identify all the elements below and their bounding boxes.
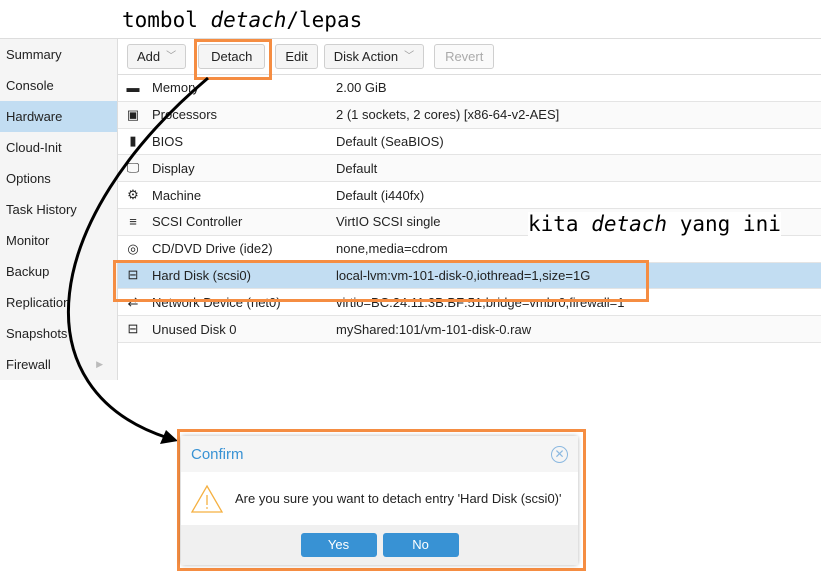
- dialog-message: Are you sure you want to detach entry 'H…: [235, 491, 562, 506]
- confirm-dialog: Confirm ✕ Are you sure you want to detac…: [181, 436, 578, 565]
- warning-icon: [191, 484, 223, 513]
- yes-button[interactable]: Yes: [300, 533, 377, 557]
- close-icon[interactable]: ✕: [551, 445, 568, 463]
- no-button[interactable]: No: [382, 533, 459, 557]
- dialog-title: Confirm: [191, 445, 244, 463]
